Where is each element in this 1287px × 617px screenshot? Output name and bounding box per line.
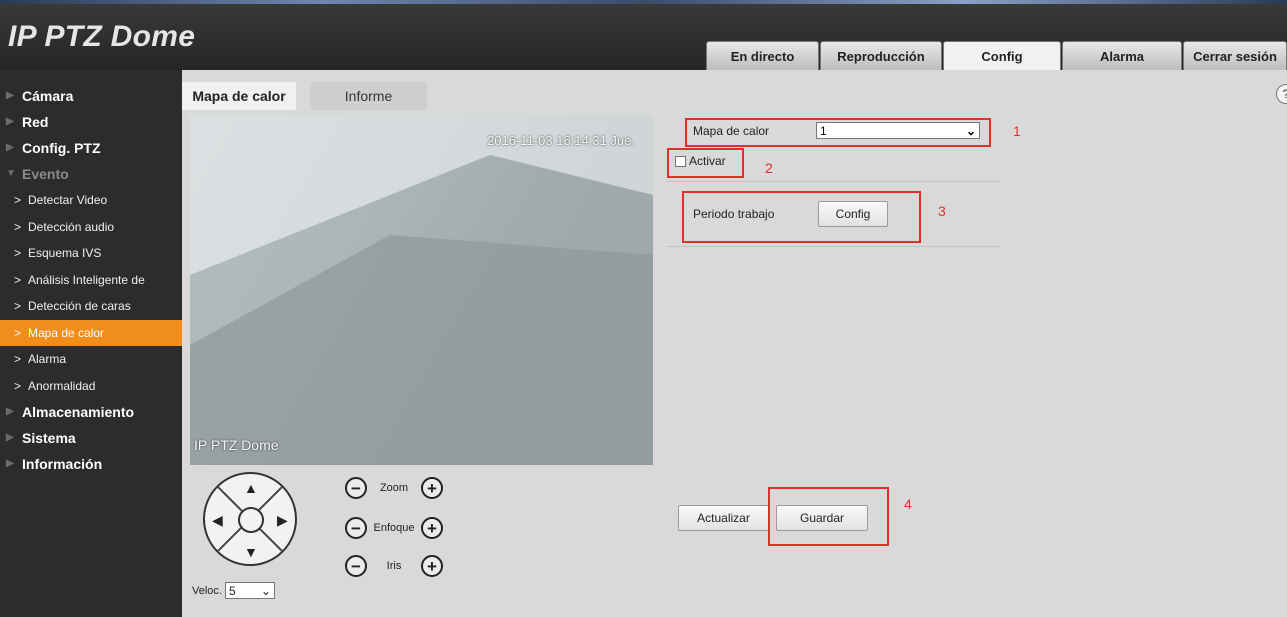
sidebar-item-label: Detección de caras [28,299,131,314]
zoom-in-icon[interactable]: + [421,477,443,499]
speed-select[interactable]: 5 ⌄ [224,582,275,599]
chevron-right-icon: > [14,325,22,340]
annotation-number-4: 4 [904,496,912,512]
sidebar-section-ptz-config[interactable]: ▶ Config. PTZ [0,135,182,161]
chevron-right-icon: > [14,272,22,287]
chevron-right-icon: > [14,193,22,208]
arrow-right-icon[interactable]: ▶ [277,512,288,529]
speed-value: 5 [228,583,236,598]
sidebar-section-camera[interactable]: ▶ Cámara [0,83,182,109]
sidebar-section-label: Cámara [22,88,74,104]
video-timestamp: 2016-11-03 16:14:31 Jue. [487,133,635,148]
sidebar-item-alarm[interactable]: > Alarma [0,346,182,373]
sidebar-section-network[interactable]: ▶ Red [0,109,182,135]
zoom-out-icon[interactable]: − [345,477,367,499]
sidebar-section-label: Evento [22,166,69,182]
sidebar-item-label: Anormalidad [28,378,96,393]
focus-control: − Enfoque + [345,517,443,539]
sidebar-item-label: Análisis Inteligente de [28,272,145,287]
top-stripe [0,0,1287,4]
nav-tab-playback[interactable]: Reproducción [820,41,942,70]
nav-tab-config[interactable]: Config [943,41,1061,70]
tab-heatmap[interactable]: Mapa de calor [182,82,296,110]
ptz-center-button[interactable] [238,507,264,533]
zoom-control: − Zoom + [345,477,443,499]
chevron-right-icon: > [14,246,22,261]
app-title: IP PTZ Dome [8,20,196,53]
sidebar-section-label: Red [22,114,49,130]
divider [666,246,1000,247]
sidebar-item-label: Mapa de calor [28,325,105,340]
sidebar-item-ivs[interactable]: > Esquema IVS [0,240,182,267]
annotation-box-3 [682,191,921,243]
sidebar-item-label: Alarma [28,352,67,367]
expanded-triangle-icon: ▼ [6,168,16,179]
sidebar-item-label: Esquema IVS [28,246,102,261]
sidebar-item-smart-analysis[interactable]: > Análisis Inteligente de [0,267,182,294]
help-icon[interactable]: ? [1276,84,1287,104]
arrow-left-icon[interactable]: ◀ [212,512,223,529]
annotation-number-2: 2 [765,160,773,176]
speed-control: Veloc. 5 ⌄ [192,582,275,599]
sidebar-item-video-detect[interactable]: > Detectar Video [0,187,182,214]
sidebar-section-label: Información [22,456,103,472]
sidebar-section-info[interactable]: ▶ Información [0,451,182,477]
sidebar-item-label: Detectar Video [28,193,108,208]
speed-label: Veloc. [192,584,222,597]
nav-tab-live[interactable]: En directo [706,41,819,70]
sidebar-section-label: Almacenamiento [22,404,135,420]
main-nav: En directo Reproducción Config Alarma Ce… [706,41,1287,70]
wall-scene [190,115,653,465]
sidebar-section-label: Config. PTZ [22,140,101,156]
arrow-down-icon[interactable]: ▼ [244,544,258,560]
sidebar: ▶ Cámara ▶ Red ▶ Config. PTZ ▼ Evento > … [0,70,182,617]
sidebar-section-event[interactable]: ▼ Evento [0,161,182,187]
iris-minus-icon[interactable]: − [345,555,367,577]
top-bar: IP PTZ Dome En directo Reproducción Conf… [0,0,1287,70]
sidebar-section-storage[interactable]: ▶ Almacenamiento [0,399,182,425]
sidebar-item-face-detect[interactable]: > Detección de caras [0,293,182,320]
refresh-button[interactable]: Actualizar [678,505,769,531]
chevron-right-icon: > [14,299,22,314]
annotation-box-4 [768,487,889,546]
iris-control: − Iris + [345,555,443,577]
chevron-down-icon: ⌄ [260,583,271,598]
annotation-box-1 [685,118,991,147]
iris-plus-icon[interactable]: + [421,555,443,577]
sidebar-section-system[interactable]: ▶ Sistema [0,425,182,451]
collapsed-triangle-icon: ▶ [6,90,14,101]
chevron-right-icon: > [14,378,22,393]
collapsed-triangle-icon: ▶ [6,142,14,153]
nav-tab-alarm[interactable]: Alarma [1062,41,1182,70]
focus-minus-icon[interactable]: − [345,517,367,539]
ptz-direction-pad[interactable]: ▲ ▼ ◀ ▶ [203,472,297,566]
sidebar-item-abnormality[interactable]: > Anormalidad [0,373,182,400]
tab-report[interactable]: Informe [310,82,427,110]
collapsed-triangle-icon: ▶ [6,458,14,469]
nav-tab-logout[interactable]: Cerrar sesión [1183,41,1287,70]
video-preview: 2016-11-03 16:14:31 Jue. IP PTZ Dome [190,115,653,465]
annotation-number-3: 3 [938,203,946,219]
annotation-box-2 [667,148,744,178]
sidebar-item-label: Detección audio [28,219,115,234]
collapsed-triangle-icon: ▶ [6,432,14,443]
focus-label: Enfoque [373,522,415,534]
annotation-number-1: 1 [1013,123,1021,139]
chevron-right-icon: > [14,219,22,234]
sidebar-section-label: Sistema [22,430,76,446]
iris-label: Iris [386,560,402,572]
focus-plus-icon[interactable]: + [421,517,443,539]
divider [666,181,1000,182]
sidebar-item-heatmap[interactable]: > Mapa de calor [0,319,182,346]
video-osd-name: IP PTZ Dome [194,437,279,453]
arrow-up-icon[interactable]: ▲ [244,480,258,496]
sub-tabs: Mapa de calor Informe [182,82,441,110]
zoom-label: Zoom [379,482,409,494]
collapsed-triangle-icon: ▶ [6,116,14,127]
chevron-right-icon: > [14,352,22,367]
sidebar-item-audio-detect[interactable]: > Detección audio [0,214,182,241]
collapsed-triangle-icon: ▶ [6,406,14,417]
